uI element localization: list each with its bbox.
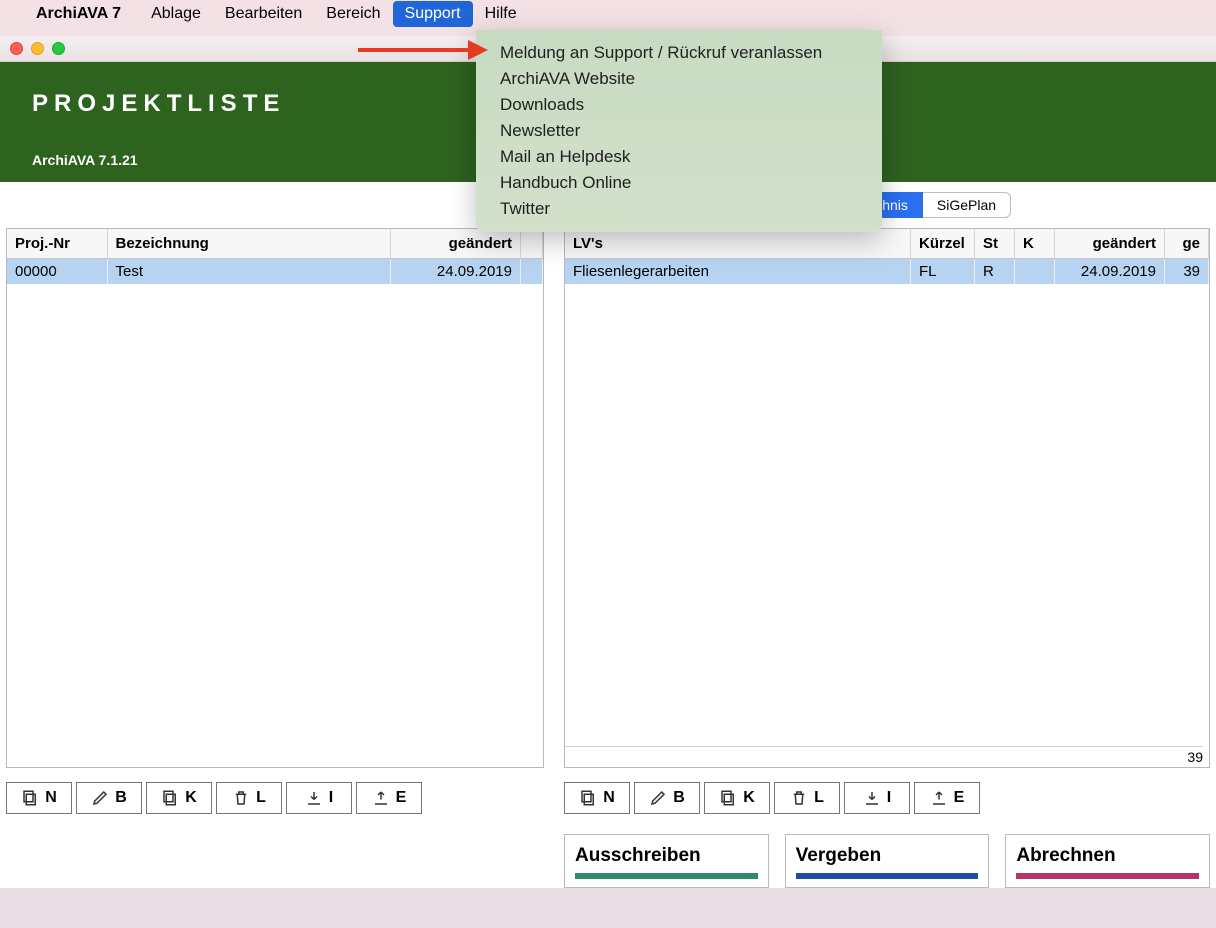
action-buttons: Ausschreiben Vergeben Abrechnen [564, 834, 1210, 888]
btn-label: L [814, 789, 824, 807]
accent-bar [796, 873, 979, 879]
copy-button[interactable]: K [146, 782, 212, 814]
export-button[interactable]: E [356, 782, 422, 814]
edit-button[interactable]: B [634, 782, 700, 814]
trash-icon [232, 789, 250, 807]
dd-downloads[interactable]: Downloads [476, 92, 882, 118]
col-k[interactable]: K [1015, 229, 1055, 259]
annotation-arrow-icon [358, 38, 488, 62]
action-label: Abrechnen [1016, 845, 1115, 866]
col-geaendert[interactable]: geändert [391, 229, 521, 259]
btn-label: I [887, 789, 891, 807]
vergeben-button[interactable]: Vergeben [785, 834, 990, 888]
btn-label: K [743, 789, 755, 807]
btn-label: N [45, 789, 57, 807]
app-version: ArchiAVA 7.1.21 [32, 152, 138, 168]
btn-label: L [256, 789, 266, 807]
cell-st: R [975, 259, 1015, 285]
menu-hilfe[interactable]: Hilfe [473, 1, 529, 27]
lv-panel: Leistungsverzeichnis SiGePlan LV's Kürze… [564, 182, 1210, 888]
ausschreiben-button[interactable]: Ausschreiben [564, 834, 769, 888]
lv-table-wrap: LV's Kürzel St K geändert ge Fliesenlege… [564, 228, 1210, 768]
pencil-icon [91, 789, 109, 807]
col-ge[interactable]: ge [1165, 229, 1209, 259]
cell-kuerzel: FL [911, 259, 975, 285]
menu-support[interactable]: Support [393, 1, 473, 27]
import-button[interactable]: I [286, 782, 352, 814]
col-lvs[interactable]: LV's [565, 229, 911, 259]
cell-geaendert: 24.09.2019 [1055, 259, 1165, 285]
import-button[interactable]: I [844, 782, 910, 814]
upload-icon [930, 789, 948, 807]
row-count: 39 [564, 746, 1203, 767]
cell-bezeichnung: Test [107, 259, 391, 285]
col-bezeichnung[interactable]: Bezeichnung [107, 229, 391, 259]
window-minimize-button[interactable] [31, 42, 44, 55]
table-row[interactable]: Fliesenlegerarbeiten FL R 24.09.2019 39 [565, 259, 1209, 285]
cell-lv: Fliesenlegerarbeiten [565, 259, 911, 285]
lv-toolbar: N B K L I [564, 782, 1210, 814]
edit-button[interactable]: B [76, 782, 142, 814]
upload-icon [372, 789, 390, 807]
delete-button[interactable]: L [216, 782, 282, 814]
cell-projnr: 00000 [7, 259, 107, 285]
delete-button[interactable]: L [774, 782, 840, 814]
btn-label: E [954, 789, 965, 807]
projects-table[interactable]: Proj.-Nr Bezeichnung geändert 00000 Test… [7, 229, 543, 284]
col-projnr[interactable]: Proj.-Nr [7, 229, 107, 259]
copy-icon [21, 789, 39, 807]
new-button[interactable]: N [564, 782, 630, 814]
action-label: Vergeben [796, 845, 882, 866]
app-name: ArchiAVA 7 [36, 5, 121, 23]
copy-icon [579, 789, 597, 807]
new-button[interactable]: N [6, 782, 72, 814]
col-spacer [521, 229, 543, 259]
abrechnen-button[interactable]: Abrechnen [1005, 834, 1210, 888]
btn-label: I [329, 789, 333, 807]
cell-geaendert: 24.09.2019 [391, 259, 521, 285]
menu-bearbeiten[interactable]: Bearbeiten [213, 1, 314, 27]
projects-panel: Proj.-Nr Bezeichnung geändert 00000 Test… [6, 182, 544, 888]
projects-table-wrap: Proj.-Nr Bezeichnung geändert 00000 Test… [6, 228, 544, 768]
btn-label: B [673, 789, 685, 807]
btn-label: B [115, 789, 127, 807]
projects-toolbar: N B K L I [6, 782, 544, 814]
col-kuerzel[interactable]: Kürzel [911, 229, 975, 259]
lv-table[interactable]: LV's Kürzel St K geändert ge Fliesenlege… [565, 229, 1209, 284]
window-close-button[interactable] [10, 42, 23, 55]
window-maximize-button[interactable] [52, 42, 65, 55]
accent-bar [575, 873, 758, 879]
menubar: ArchiAVA 7 Ablage Bearbeiten Bereich Sup… [0, 0, 1216, 28]
cell-k [1015, 259, 1055, 285]
action-label: Ausschreiben [575, 845, 701, 866]
download-icon [305, 789, 323, 807]
duplicate-icon [719, 789, 737, 807]
dd-mail[interactable]: Mail an Helpdesk [476, 144, 882, 170]
duplicate-icon [161, 789, 179, 807]
copy-button[interactable]: K [704, 782, 770, 814]
support-dropdown: Meldung an Support / Rückruf veranlassen… [476, 30, 882, 232]
menu-bereich[interactable]: Bereich [314, 1, 392, 27]
table-row[interactable]: 00000 Test 24.09.2019 [7, 259, 543, 285]
tab-sigeplan[interactable]: SiGePlan [923, 192, 1011, 218]
col-st[interactable]: St [975, 229, 1015, 259]
btn-label: N [603, 789, 615, 807]
dd-meldung[interactable]: Meldung an Support / Rückruf veranlassen [476, 40, 882, 66]
btn-label: K [185, 789, 197, 807]
menu-ablage[interactable]: Ablage [139, 1, 213, 27]
btn-label: E [396, 789, 407, 807]
dd-twitter[interactable]: Twitter [476, 196, 882, 222]
accent-bar [1016, 873, 1199, 879]
dd-handbuch[interactable]: Handbuch Online [476, 170, 882, 196]
download-icon [863, 789, 881, 807]
cell-ge: 39 [1165, 259, 1209, 285]
col-geaendert[interactable]: geändert [1055, 229, 1165, 259]
export-button[interactable]: E [914, 782, 980, 814]
dd-website[interactable]: ArchiAVA Website [476, 66, 882, 92]
trash-icon [790, 789, 808, 807]
pencil-icon [649, 789, 667, 807]
dd-newsletter[interactable]: Newsletter [476, 118, 882, 144]
